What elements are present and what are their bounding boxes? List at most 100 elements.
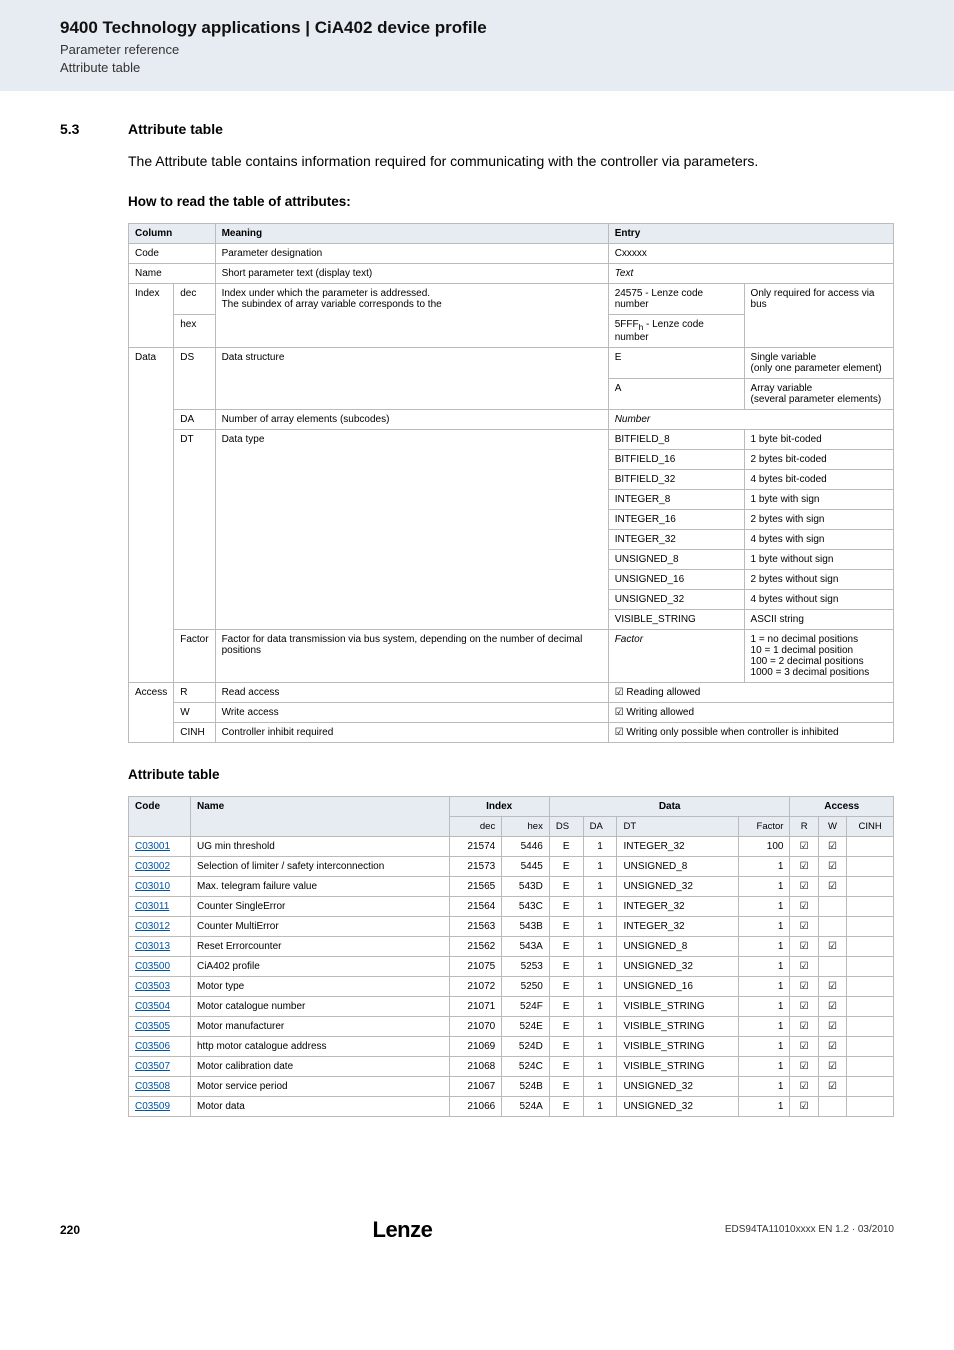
table-cell: ☑ <box>790 1056 818 1076</box>
table-row: C03505Motor manufacturer21070524EE1VISIB… <box>129 1016 894 1036</box>
code-link-cell[interactable]: C03503 <box>129 976 191 996</box>
table-cell <box>818 956 846 976</box>
table-row: C03507Motor calibration date21068524CE1V… <box>129 1056 894 1076</box>
table-cell: 1 <box>738 856 790 876</box>
table-cell: 524C <box>502 1056 550 1076</box>
code-link-cell[interactable]: C03504 <box>129 996 191 1016</box>
content-area: 5.3 Attribute table The Attribute table … <box>0 91 954 1176</box>
table-cell: ☑ <box>818 836 846 856</box>
code-link-cell[interactable]: C03506 <box>129 1036 191 1056</box>
table-row: C03012Counter MultiError21563543BE1INTEG… <box>129 916 894 936</box>
table-cell: 1 <box>583 996 617 1016</box>
table-row: C03002Selection of limiter / safety inte… <box>129 856 894 876</box>
code-link-cell[interactable]: C03011 <box>129 896 191 916</box>
table-cell: E <box>549 996 583 1016</box>
code-link-cell[interactable]: C03010 <box>129 876 191 896</box>
table-cell: Number <box>608 409 893 429</box>
table-cell: E <box>549 1036 583 1056</box>
code-link-cell[interactable]: C03013 <box>129 936 191 956</box>
table-cell: ☑ <box>790 856 818 876</box>
table-cell: Reset Errorcounter <box>190 936 449 956</box>
table-cell: ☑ <box>790 956 818 976</box>
table-cell: 1 <box>738 1016 790 1036</box>
code-link-cell[interactable]: C03508 <box>129 1076 191 1096</box>
table-cell: dec <box>174 283 215 314</box>
table-cell: VISIBLE_STRING <box>617 1016 739 1036</box>
table-cell: Counter SingleError <box>190 896 449 916</box>
table-cell: 543B <box>502 916 550 936</box>
table-cell: UNSIGNED_32 <box>617 956 739 976</box>
table-cell: 5446 <box>502 836 550 856</box>
table-cell: 21562 <box>449 936 502 956</box>
table-cell: UG min threshold <box>190 836 449 856</box>
table-cell: DT <box>174 429 215 629</box>
code-link-cell[interactable]: C03505 <box>129 1016 191 1036</box>
table-cell: ☑ <box>790 976 818 996</box>
table-cell: 5253 <box>502 956 550 976</box>
table-cell: A <box>608 378 744 409</box>
table-cell: ☑ <box>818 976 846 996</box>
table-cell: CiA402 profile <box>190 956 449 976</box>
table-cell: 524D <box>502 1036 550 1056</box>
table-cell: Write access <box>215 702 608 722</box>
table-cell: Motor service period <box>190 1076 449 1096</box>
table-row: C03503Motor type210725250E1UNSIGNED_161☑… <box>129 976 894 996</box>
table-cell: 21069 <box>449 1036 502 1056</box>
t2-sh-dt: DT <box>617 816 739 836</box>
table-cell: E <box>549 876 583 896</box>
table-cell <box>847 1056 894 1076</box>
table-cell <box>847 1076 894 1096</box>
table-cell: ☑ <box>790 936 818 956</box>
table-cell: 1 <box>583 976 617 996</box>
table-cell: INTEGER_32 <box>617 896 739 916</box>
table-cell: 5FFFh - Lenze code number <box>608 314 744 347</box>
table-cell: Array variable(several parameter element… <box>744 378 893 409</box>
table-cell: Single variable(only one parameter eleme… <box>744 347 893 378</box>
table-row: DTData typeBITFIELD_81 byte bit-coded <box>129 429 894 449</box>
table-cell: BITFIELD_32 <box>608 469 744 489</box>
code-link-cell[interactable]: C03509 <box>129 1096 191 1116</box>
page-number: 220 <box>60 1223 80 1237</box>
table-cell: ASCII string <box>744 609 893 629</box>
table-row: C03011Counter SingleError21564543CE1INTE… <box>129 896 894 916</box>
t2-sh-r: R <box>790 816 818 836</box>
code-link-cell[interactable]: C03001 <box>129 836 191 856</box>
table-cell: 524A <box>502 1096 550 1116</box>
table-cell: 1 <box>583 1096 617 1116</box>
table-cell: VISIBLE_STRING <box>608 609 744 629</box>
table-cell: CINH <box>174 722 215 742</box>
table-row: C03010Max. telegram failure value2156554… <box>129 876 894 896</box>
table-cell: 1 <box>738 1056 790 1076</box>
table-cell: Factor for data transmission via bus sys… <box>215 629 608 682</box>
table-cell: 543C <box>502 896 550 916</box>
table-cell: DS <box>174 347 215 409</box>
table-cell: ☑ <box>790 996 818 1016</box>
doc-sub1: Parameter reference <box>60 41 914 59</box>
table-cell: E <box>549 836 583 856</box>
table-cell: Motor data <box>190 1096 449 1116</box>
attributes-meaning-table: Column Meaning Entry CodeParameter desig… <box>128 223 894 743</box>
code-link-cell[interactable]: C03002 <box>129 856 191 876</box>
table-cell: Text <box>608 263 893 283</box>
table-cell: Parameter designation <box>215 243 608 263</box>
table-cell: BITFIELD_8 <box>608 429 744 449</box>
table-cell: E <box>549 956 583 976</box>
table-row: DataDSData structureESingle variable(onl… <box>129 347 894 378</box>
code-link-cell[interactable]: C03507 <box>129 1056 191 1076</box>
table-cell: 4 bytes bit-coded <box>744 469 893 489</box>
table-cell <box>847 876 894 896</box>
table-cell: 21075 <box>449 956 502 976</box>
table-cell: 2 bytes with sign <box>744 509 893 529</box>
table-cell: E <box>549 1096 583 1116</box>
table-cell: INTEGER_32 <box>617 836 739 856</box>
table-cell: 24575 - Lenze code number <box>608 283 744 314</box>
code-link-cell[interactable]: C03012 <box>129 916 191 936</box>
table-cell: 1 <box>738 976 790 996</box>
code-link-cell[interactable]: C03500 <box>129 956 191 976</box>
table-cell: Short parameter text (display text) <box>215 263 608 283</box>
header-band: 9400 Technology applications | CiA402 de… <box>0 0 954 91</box>
table-cell: VISIBLE_STRING <box>617 996 739 1016</box>
table-cell: INTEGER_32 <box>608 529 744 549</box>
table-cell: E <box>549 936 583 956</box>
t2-h-name: Name <box>190 796 449 836</box>
